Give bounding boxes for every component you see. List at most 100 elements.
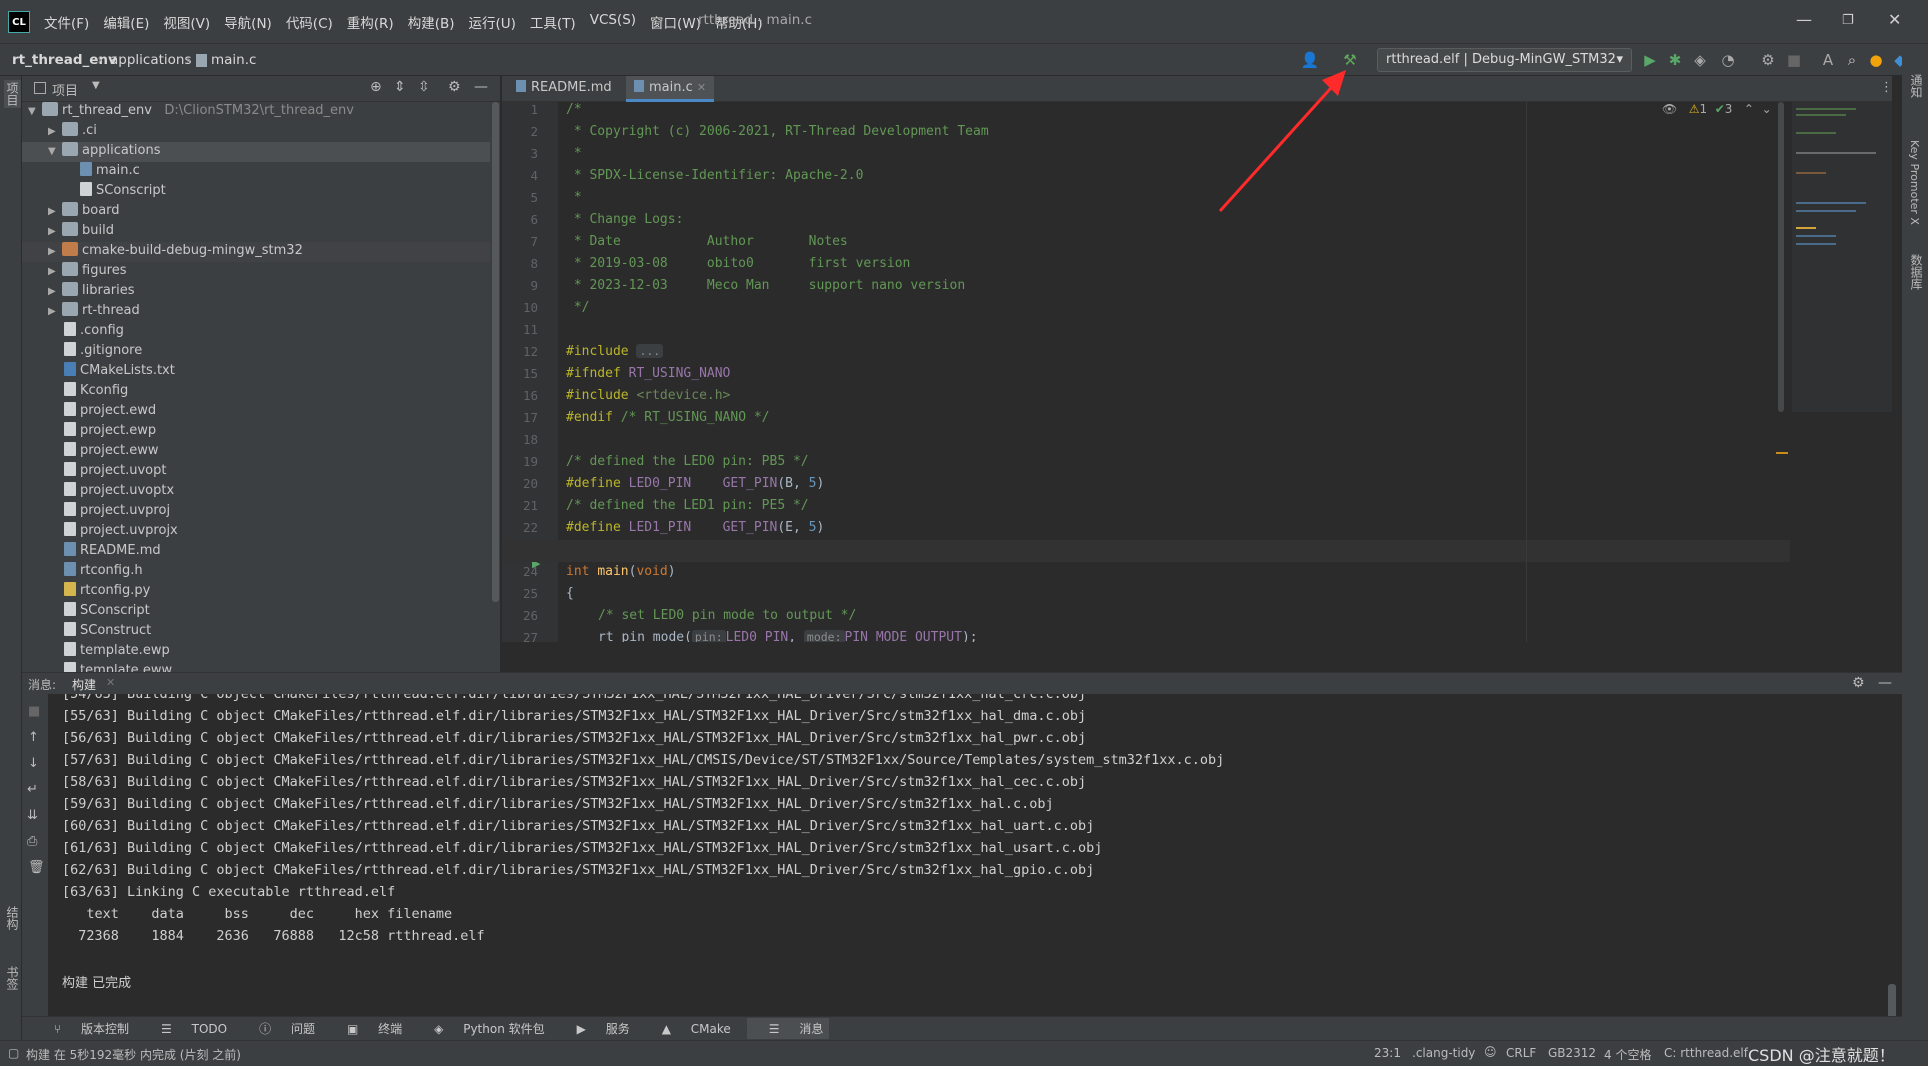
close-tab-icon[interactable]: ✕ bbox=[697, 81, 706, 94]
tree-folder-selected[interactable]: ▼ applications bbox=[22, 142, 490, 162]
tree-file[interactable]: README.md bbox=[22, 542, 490, 562]
soft-wrap-icon[interactable]: ↵ bbox=[27, 782, 38, 797]
status-message[interactable]: 构建 在 5秒192毫秒 内完成 (片刻 之前) bbox=[26, 1046, 241, 1063]
menu-refactor[interactable]: 重构(R) bbox=[347, 12, 394, 32]
build-output[interactable]: [54/63] Building C object CMakeFiles/rtt… bbox=[48, 694, 1902, 1034]
tab-problems[interactable]: ⓘ 问题 bbox=[243, 1020, 315, 1037]
arrow-up-icon[interactable]: ↑ bbox=[28, 730, 39, 745]
restore-icon[interactable]: ❐ bbox=[1842, 13, 1854, 28]
menu-view[interactable]: 视图(V) bbox=[163, 12, 210, 32]
scrollbar[interactable] bbox=[1778, 102, 1784, 412]
menu-window[interactable]: 窗口(W) bbox=[650, 12, 701, 32]
tab-todo[interactable]: ☰ TODO bbox=[145, 1022, 227, 1036]
run-icon[interactable]: ▶ bbox=[1640, 50, 1660, 70]
tree-file[interactable]: project.uvproj bbox=[22, 502, 490, 522]
tab-main-c[interactable]: main.c ✕ bbox=[626, 76, 715, 102]
tab-cmake[interactable]: ▲ CMake bbox=[646, 1022, 731, 1036]
tree-file[interactable]: project.uvopt bbox=[22, 462, 490, 482]
hide-icon[interactable]: — bbox=[1878, 675, 1892, 691]
trash-icon[interactable]: 🗑 bbox=[28, 860, 45, 875]
tree-file[interactable]: project.eww bbox=[22, 442, 490, 462]
tree-file[interactable]: main.c bbox=[22, 162, 490, 182]
debug-icon[interactable]: ✱ bbox=[1665, 50, 1685, 70]
code-editor[interactable]: 1 2 3 4 5 6 7 8 9 10 11 12 15 16 17 18 1… bbox=[502, 102, 1892, 642]
tool-window-structure[interactable]: 结构 bbox=[4, 906, 21, 930]
hide-icon[interactable]: — bbox=[474, 79, 488, 95]
tool-window-bookmarks[interactable]: 书签 bbox=[4, 966, 21, 990]
tab-build[interactable]: 构建 bbox=[72, 676, 96, 693]
tab-version-control[interactable]: ⑂ 版本控制 bbox=[38, 1020, 129, 1037]
inspection-widget[interactable]: 👁 ⚠1 ✔3 ⌃ ⌄ bbox=[1662, 102, 1772, 116]
minimap-viewport[interactable] bbox=[1792, 102, 1892, 412]
more-icon[interactable]: ⋮ bbox=[1880, 80, 1893, 95]
tool-window-key-promoter[interactable]: Key Promoter X bbox=[1908, 140, 1921, 225]
indent-setting[interactable]: 4 个空格 bbox=[1604, 1046, 1651, 1063]
coverage-icon[interactable]: ◈ bbox=[1690, 50, 1710, 70]
reader-mode-icon[interactable]: 👁 bbox=[1662, 102, 1677, 116]
file-encoding[interactable]: GB2312 bbox=[1548, 1046, 1596, 1060]
tab-python-packages[interactable]: ◈ Python 软件包 bbox=[418, 1020, 544, 1037]
caret-position[interactable]: 23:1 bbox=[1374, 1046, 1401, 1060]
tree-folder[interactable]: ▶ figures bbox=[22, 262, 490, 282]
tab-messages[interactable]: ☰ 消息 bbox=[746, 1018, 830, 1039]
tree-root[interactable]: ▼ rt_thread_env D:\ClionSTM32\rt_thread_e… bbox=[22, 102, 490, 122]
tree-folder[interactable]: ▶ libraries bbox=[22, 282, 490, 302]
tab-readme[interactable]: README.md bbox=[508, 76, 620, 102]
tree-file[interactable]: .config bbox=[22, 322, 490, 342]
tree-file[interactable]: rtconfig.py bbox=[22, 582, 490, 602]
menu-edit[interactable]: 编辑(E) bbox=[103, 12, 149, 32]
settings-icon[interactable]: ⚙ bbox=[1852, 675, 1865, 691]
tree-file[interactable]: rtconfig.h bbox=[22, 562, 490, 582]
print-icon[interactable]: ⎙ bbox=[27, 834, 37, 849]
update-icon[interactable]: ● bbox=[1866, 50, 1886, 70]
stop-icon[interactable]: ■ bbox=[1784, 50, 1804, 70]
tree-folder[interactable]: ▶ .ci bbox=[22, 122, 490, 142]
run-config-select[interactable]: rtthread.elf | Debug-MinGW_STM32 ▾ bbox=[1377, 48, 1632, 72]
breadcrumb-file[interactable]: main.c bbox=[196, 52, 256, 68]
menu-code[interactable]: 代码(C) bbox=[286, 12, 333, 32]
tree-file[interactable]: template.eww bbox=[22, 662, 490, 672]
tree-file[interactable]: project.ewp bbox=[22, 422, 490, 442]
tab-services[interactable]: ▶ 服务 bbox=[561, 1020, 630, 1037]
tree-file[interactable]: project.ewd bbox=[22, 402, 490, 422]
tree-folder[interactable]: ▶ build bbox=[22, 222, 490, 242]
scrollbar[interactable] bbox=[492, 102, 499, 602]
tree-file[interactable]: SConscript bbox=[22, 602, 490, 622]
tree-file[interactable]: CMakeLists.txt bbox=[22, 362, 490, 382]
tab-terminal[interactable]: ▣ 终端 bbox=[331, 1020, 402, 1037]
tree-file[interactable]: template.ewp bbox=[22, 642, 490, 662]
code-minimap[interactable] bbox=[1776, 102, 1902, 642]
scroll-end-icon[interactable]: ⇊ bbox=[27, 808, 38, 823]
close-tab-icon[interactable]: ✕ bbox=[106, 676, 115, 689]
tree-file[interactable]: .gitignore bbox=[22, 342, 490, 362]
line-separator[interactable]: CRLF bbox=[1506, 1046, 1536, 1060]
menu-tools[interactable]: 工具(T) bbox=[530, 12, 576, 32]
tree-folder[interactable]: ▶ board bbox=[22, 202, 490, 222]
project-panel-title[interactable]: 项目 bbox=[52, 80, 78, 99]
close-icon[interactable]: ✕ bbox=[1888, 10, 1901, 29]
folded-region[interactable]: ... bbox=[636, 344, 664, 358]
tool-window-project[interactable]: 项目 bbox=[4, 80, 21, 108]
translate-icon[interactable]: A bbox=[1818, 50, 1838, 70]
menu-file[interactable]: 文件(F) bbox=[44, 12, 89, 32]
arrow-down-icon[interactable]: ↓ bbox=[28, 756, 39, 771]
search-icon[interactable]: ⌕ bbox=[1842, 50, 1862, 70]
stop-icon[interactable]: ■ bbox=[28, 704, 40, 719]
tool-window-notifications[interactable]: 通知 bbox=[1908, 74, 1925, 98]
menu-vcs[interactable]: VCS(S) bbox=[590, 12, 636, 32]
tree-file[interactable]: project.uvprojx bbox=[22, 522, 490, 542]
tree-folder[interactable]: ▶ rt-thread bbox=[22, 302, 490, 322]
linter-status[interactable]: .clang-tidy bbox=[1412, 1046, 1475, 1060]
collapse-all-icon[interactable]: ⇳ bbox=[418, 79, 430, 95]
chevron-down-icon[interactable]: ▼ bbox=[92, 80, 100, 91]
tool-window-database[interactable]: 数据库 bbox=[1908, 254, 1925, 290]
warning-marker[interactable] bbox=[1776, 452, 1788, 454]
tree-file[interactable]: SConscript bbox=[22, 182, 490, 202]
expand-all-icon[interactable]: ⇕ bbox=[394, 79, 406, 95]
profile-icon[interactable]: ◔ bbox=[1718, 50, 1738, 70]
menu-build[interactable]: 构建(B) bbox=[408, 12, 455, 32]
tree-file[interactable]: SConstruct bbox=[22, 622, 490, 642]
chevron-up-icon[interactable]: ⌃ bbox=[1744, 102, 1754, 116]
breadcrumb-applications[interactable]: applications bbox=[110, 52, 192, 68]
resolve-context[interactable]: C: rtthread.elf bbox=[1664, 1046, 1748, 1060]
